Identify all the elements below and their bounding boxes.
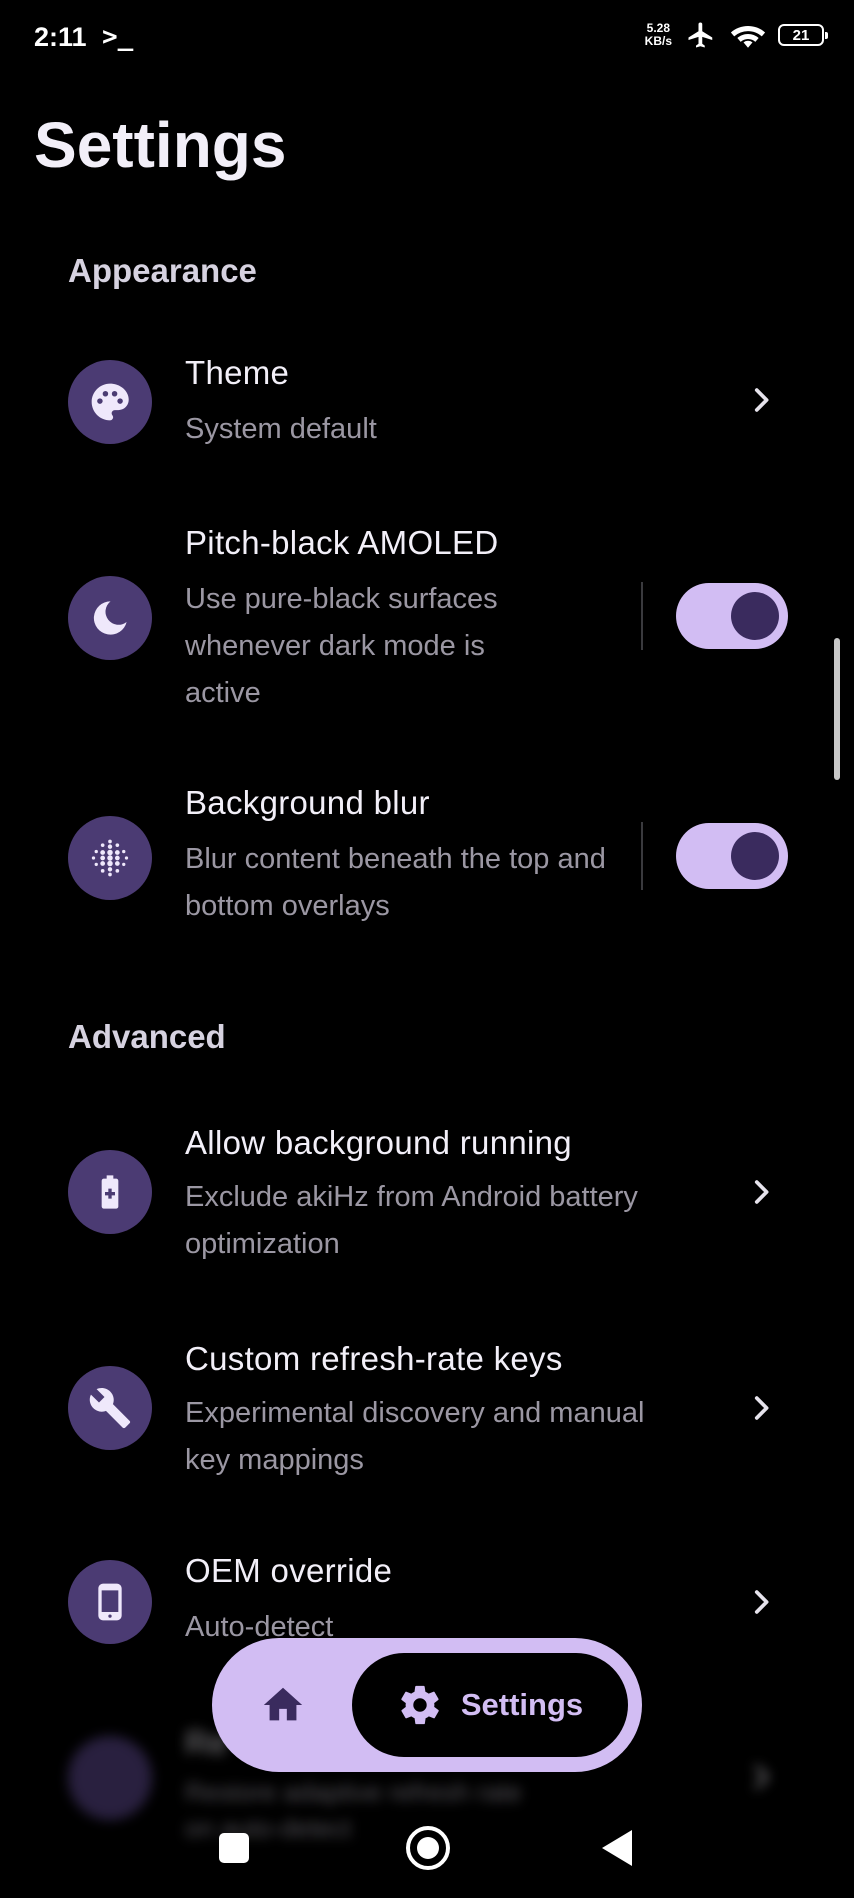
home-icon <box>263 1687 303 1721</box>
back-button[interactable] <box>602 1830 632 1866</box>
page-title: Settings <box>34 109 287 181</box>
amoled-subtitle: Use pure-black surfaces whenever dark mo… <box>185 583 498 709</box>
background-running-subtitle: Exclude akiHz from Android battery optim… <box>185 1181 638 1260</box>
toggle-knob <box>731 592 779 640</box>
scrollbar[interactable] <box>834 638 840 780</box>
airplane-icon <box>688 22 713 48</box>
network-speed: 5.28 KB/s <box>645 22 672 48</box>
amoled-toggle[interactable] <box>676 583 788 649</box>
row-divider <box>641 822 643 890</box>
system-nav-bar <box>0 1800 854 1898</box>
background-running-title: Allow background running <box>185 1124 572 1161</box>
toggle-knob <box>731 832 779 880</box>
blur-icon <box>68 816 152 900</box>
setting-theme[interactable]: Theme System default <box>0 340 854 470</box>
status-icons: 5.28 KB/s 21 <box>645 20 828 50</box>
bottom-nav: Settings <box>212 1638 642 1772</box>
section-header-appearance: Appearance <box>68 252 257 289</box>
wifi-icon <box>730 26 766 48</box>
terminal-icon: >_ <box>102 22 134 52</box>
row-divider <box>641 582 643 650</box>
setting-allow-background-running[interactable]: Allow background running Exclude akiHz f… <box>0 1110 854 1270</box>
chevron-right-icon <box>754 1765 769 1789</box>
chevron-right-icon <box>754 1180 769 1204</box>
recent-apps-button[interactable] <box>219 1833 249 1863</box>
battery-plus-icon <box>68 1150 152 1234</box>
oem-override-title: OEM override <box>185 1552 393 1589</box>
chevron-right-icon <box>754 1590 769 1614</box>
status-bar: 2:11 >_ 5.28 KB/s 21 <box>0 0 854 80</box>
refresh-keys-title: Custom refresh-rate keys <box>185 1340 563 1377</box>
section-header-advanced: Advanced <box>68 1018 226 1055</box>
net-speed-unit: KB/s <box>644 34 672 48</box>
blur-subtitle: Blur content beneath the top and bottom … <box>185 843 606 922</box>
setting-pitch-black-amoled[interactable]: Pitch-black AMOLED Use pure-black surfac… <box>0 520 854 720</box>
nav-settings-label: Settings <box>460 1687 584 1722</box>
battery-level: 21 <box>792 26 810 44</box>
setting-custom-refresh-rate-keys[interactable]: Custom refresh-rate keys Experimental di… <box>0 1326 854 1486</box>
status-time: 2:11 <box>34 22 87 52</box>
blur-title: Background blur <box>185 784 430 821</box>
nav-home-button[interactable] <box>250 1672 316 1738</box>
theme-subtitle: System default <box>185 413 377 445</box>
blur-toggle[interactable] <box>676 823 788 889</box>
moon-icon <box>68 576 152 660</box>
system-home-button[interactable] <box>406 1826 450 1870</box>
chevron-right-icon <box>754 1396 769 1420</box>
palette-icon <box>68 360 152 444</box>
gear-icon <box>401 1685 439 1725</box>
amoled-title: Pitch-black AMOLED <box>185 524 499 561</box>
nav-settings-button[interactable]: Settings <box>352 1653 628 1757</box>
chevron-right-icon <box>754 388 769 412</box>
battery-icon: 21 <box>778 24 828 46</box>
refresh-keys-subtitle: Experimental discovery and manual key ma… <box>185 1397 645 1476</box>
theme-title: Theme <box>185 354 290 391</box>
phone-icon <box>68 1560 152 1644</box>
setting-background-blur[interactable]: Background blur Blur content beneath the… <box>0 780 854 940</box>
wrench-icon <box>68 1366 152 1450</box>
home-dot <box>417 1837 439 1859</box>
